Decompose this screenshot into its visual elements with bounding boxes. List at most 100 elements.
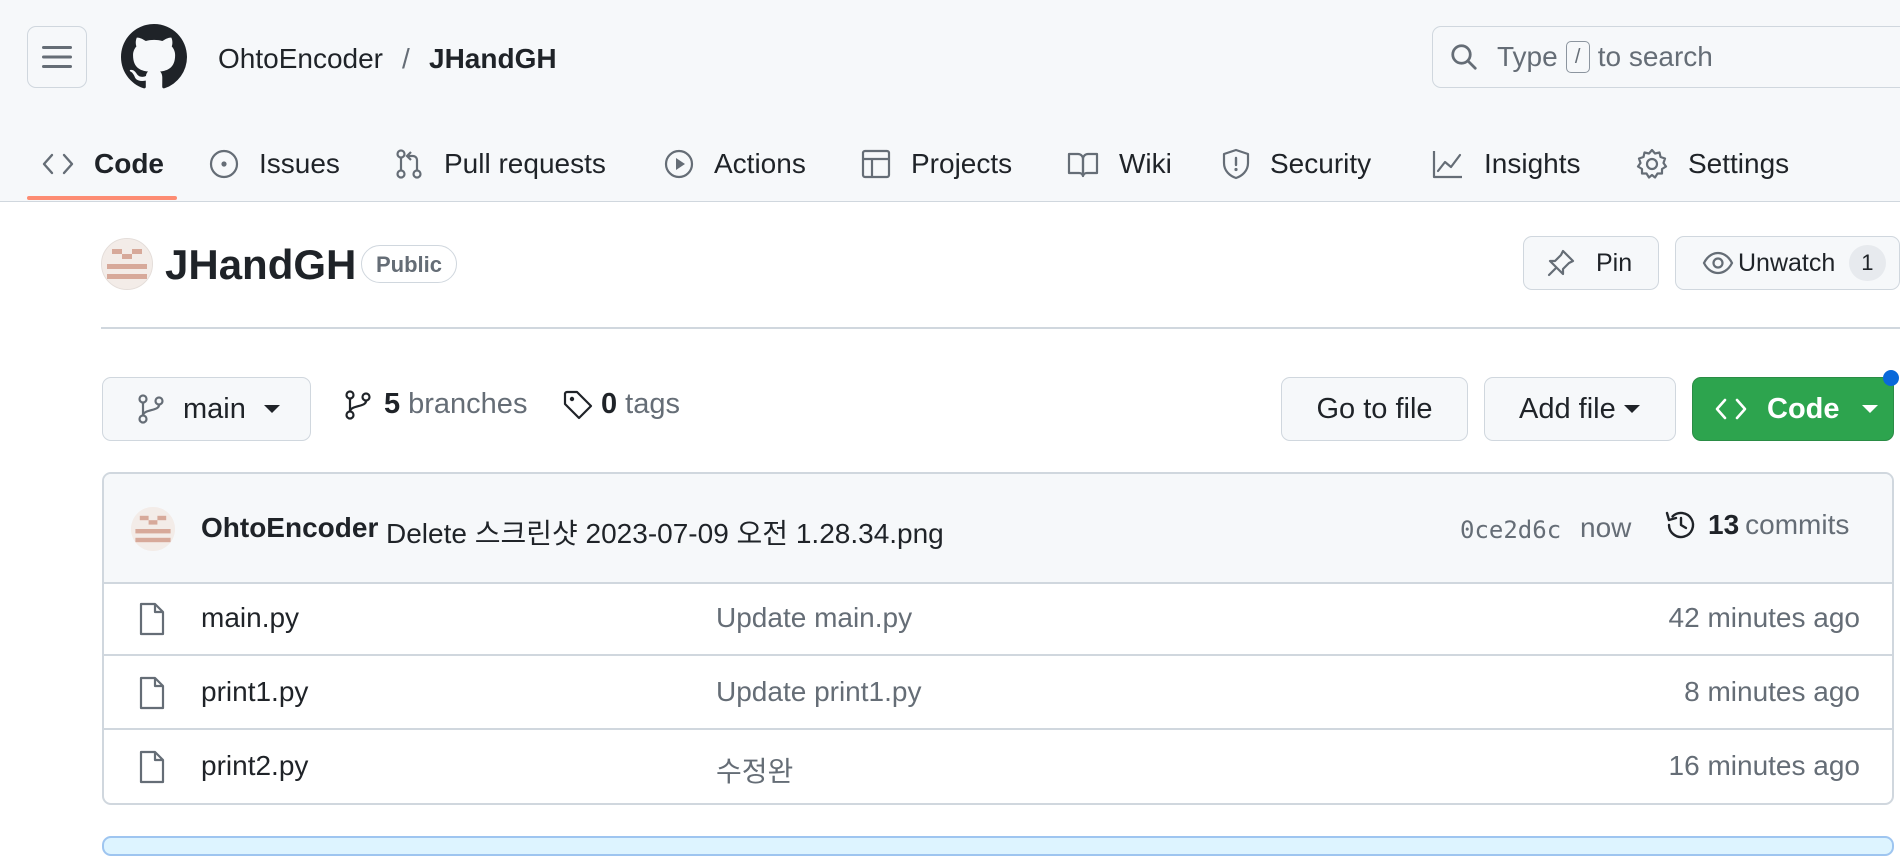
- code-icon: [42, 153, 74, 175]
- tab-label: Code: [94, 148, 164, 179]
- latest-commit-bar: OhtoEncoder Delete 스크린샷 2023-07-09 오전 1.…: [104, 474, 1892, 584]
- tab-label: Insights: [1484, 148, 1581, 179]
- tab-projects[interactable]: Projects: [861, 128, 1012, 200]
- eye-icon: [1702, 251, 1734, 275]
- go-to-file-label: Go to file: [1316, 392, 1433, 425]
- triangle-down-icon: [1623, 405, 1640, 413]
- go-to-file-button[interactable]: Go to file: [1281, 377, 1468, 441]
- commit-time: now: [1580, 512, 1632, 543]
- play-icon: [664, 149, 694, 179]
- search-input[interactable]: Type / to search: [1432, 26, 1900, 88]
- pin-icon: [1547, 249, 1575, 277]
- tags-count: 0: [601, 388, 618, 420]
- tab-actions[interactable]: Actions: [664, 128, 806, 200]
- file-commit-message[interactable]: 수정완: [716, 750, 793, 790]
- add-file-button[interactable]: Add file: [1484, 377, 1676, 441]
- tab-label: Projects: [911, 148, 1013, 179]
- code-button[interactable]: Code: [1692, 377, 1894, 441]
- commit-author[interactable]: OhtoEncoder: [201, 512, 378, 544]
- search-placeholder-suffix: to search: [1597, 41, 1713, 72]
- book-icon: [1067, 152, 1099, 178]
- global-header: OhtoEncoder / JHandGH Type / to search C…: [0, 0, 1900, 202]
- table-row[interactable]: print2.py 수정완 16 minutes ago: [104, 730, 1892, 802]
- file-name[interactable]: main.py: [201, 602, 299, 634]
- file-commit-message[interactable]: Update print1.py: [716, 676, 921, 708]
- table-row[interactable]: print1.py Update print1.py 8 minutes ago: [104, 656, 1892, 730]
- add-file-label: Add file: [1519, 392, 1616, 425]
- triangle-down-icon: [263, 405, 280, 413]
- readme-banner-edge: [102, 836, 1894, 856]
- commit-count: 13: [1708, 509, 1740, 540]
- tags-link[interactable]: 0 tags: [563, 388, 680, 421]
- gear-icon: [1636, 148, 1668, 179]
- owner-avatar[interactable]: [101, 238, 153, 290]
- file-icon: [139, 676, 165, 710]
- git-branch-icon: [345, 389, 371, 420]
- tab-label: Actions: [714, 148, 806, 179]
- file-time: 8 minutes ago: [1684, 676, 1860, 707]
- unwatch-label: Unwatch: [1738, 248, 1836, 277]
- git-branch-icon: [138, 394, 164, 424]
- file-commit-message[interactable]: Update main.py: [716, 602, 912, 634]
- breadcrumb-separator: /: [402, 43, 410, 74]
- commit-author-avatar[interactable]: [131, 507, 175, 551]
- branches-label: branches: [408, 388, 528, 420]
- commit-label: commits: [1745, 509, 1850, 540]
- commits-link[interactable]: 13 commits: [1664, 508, 1849, 542]
- notification-dot: [1883, 370, 1899, 386]
- menu-button[interactable]: [27, 26, 87, 88]
- search-placeholder-prefix: Type: [1497, 41, 1558, 72]
- tab-issues[interactable]: Issues: [209, 128, 340, 200]
- graph-icon: [1432, 151, 1462, 179]
- triangle-down-icon: [1861, 405, 1878, 413]
- tab-label: Pull requests: [444, 148, 606, 179]
- table-row[interactable]: main.py Update main.py 42 minutes ago: [104, 582, 1892, 656]
- three-bars-icon: [42, 46, 72, 68]
- commit-sha[interactable]: 0ce2d6c: [1460, 516, 1561, 544]
- search-icon: [1451, 44, 1477, 70]
- tab-settings[interactable]: Settings: [1636, 128, 1789, 200]
- unwatch-button[interactable]: Unwatch 1: [1675, 236, 1900, 290]
- branches-link[interactable]: 5 branches: [344, 388, 527, 421]
- file-icon: [139, 602, 165, 636]
- file-icon: [139, 750, 165, 784]
- tag-icon: [563, 390, 593, 419]
- branches-count: 5: [384, 388, 401, 420]
- tab-label: Issues: [259, 148, 340, 179]
- active-tab-indicator: [27, 196, 177, 200]
- file-name[interactable]: print1.py: [201, 676, 308, 708]
- tab-wiki[interactable]: Wiki: [1067, 128, 1172, 200]
- github-logo-icon[interactable]: [121, 24, 187, 90]
- watch-count: 1: [1849, 245, 1886, 281]
- repo-title[interactable]: JHandGH: [165, 240, 356, 290]
- tab-insights[interactable]: Insights: [1432, 128, 1581, 200]
- tab-label: Wiki: [1119, 148, 1172, 179]
- shield-icon: [1222, 148, 1250, 180]
- history-icon: [1665, 511, 1695, 539]
- branch-name: main: [183, 392, 246, 425]
- breadcrumb-owner[interactable]: OhtoEncoder: [218, 42, 383, 76]
- pin-label: Pin: [1596, 248, 1633, 277]
- tab-label: Security: [1270, 148, 1372, 179]
- tab-pull-requests[interactable]: Pull requests: [394, 128, 606, 200]
- tab-security[interactable]: Security: [1222, 128, 1371, 200]
- code-icon: [1715, 398, 1747, 420]
- code-button-label: Code: [1767, 392, 1840, 425]
- file-name[interactable]: print2.py: [201, 750, 308, 782]
- issue-opened-icon: [209, 149, 239, 179]
- tags-label: tags: [625, 388, 680, 420]
- file-time: 42 minutes ago: [1668, 602, 1860, 633]
- tab-code[interactable]: Code: [42, 128, 164, 200]
- search-shortcut-key: /: [1565, 41, 1590, 73]
- breadcrumb-repo[interactable]: JHandGH: [429, 42, 557, 76]
- branch-selector[interactable]: main: [102, 377, 311, 441]
- title-divider: [101, 327, 1900, 329]
- file-list: OhtoEncoder Delete 스크린샷 2023-07-09 오전 1.…: [102, 472, 1894, 805]
- file-time: 16 minutes ago: [1668, 750, 1860, 781]
- tab-label: Settings: [1688, 148, 1790, 179]
- pin-button[interactable]: Pin: [1523, 236, 1659, 290]
- commit-message[interactable]: Delete 스크린샷 2023-07-09 오전 1.28.34.png: [386, 512, 944, 552]
- visibility-badge: Public: [361, 245, 458, 283]
- table-icon: [861, 149, 891, 179]
- git-pull-request-icon: [396, 149, 422, 179]
